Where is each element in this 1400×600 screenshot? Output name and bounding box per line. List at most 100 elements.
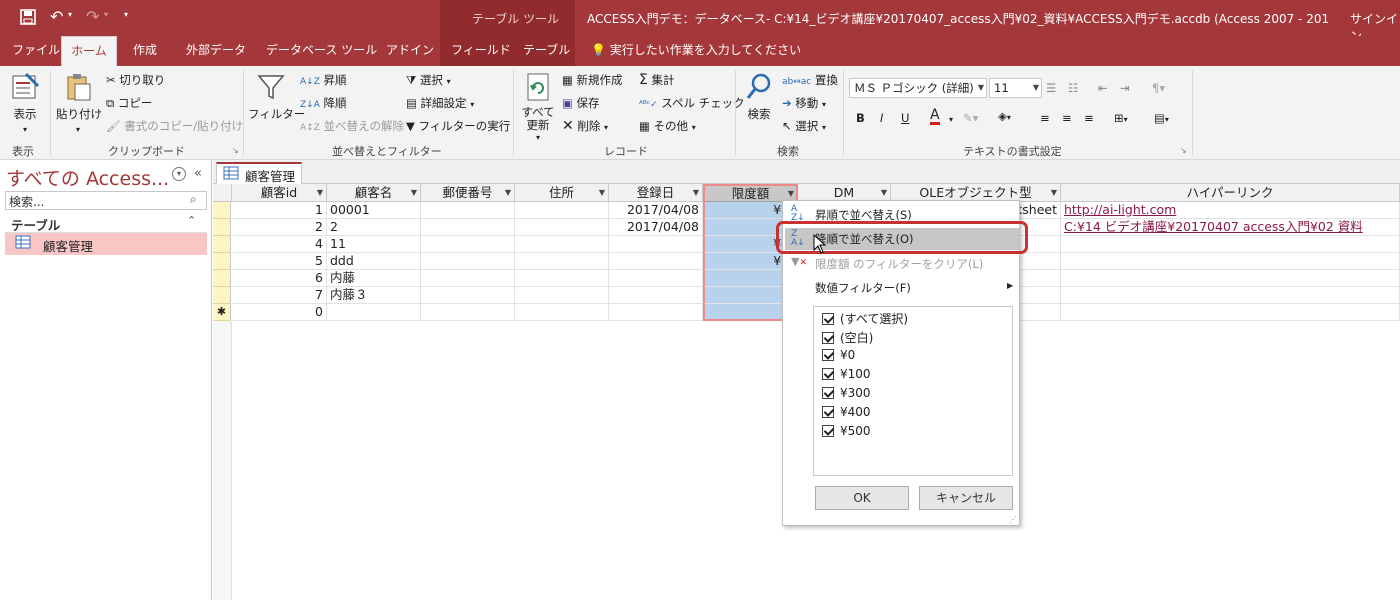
more-button[interactable]: ▦ その他 ▾: [639, 118, 696, 136]
ok-button[interactable]: OK: [815, 486, 909, 510]
cell-postal-code[interactable]: [421, 202, 515, 219]
dialog-launcher-icon[interactable]: ↘: [1180, 146, 1187, 155]
cell-registered-date[interactable]: [609, 287, 703, 304]
select-all-corner[interactable]: [213, 184, 232, 202]
column-header-postal-code[interactable]: 郵便番号 ▼: [421, 184, 515, 202]
record-selector[interactable]: [213, 253, 231, 270]
cell-postal-code[interactable]: [421, 236, 515, 253]
search-icon[interactable]: ⌕: [190, 192, 197, 207]
menu-item-number-filter[interactable]: 数値フィルター(F) ▶: [785, 278, 1019, 298]
checklist-item[interactable]: ¥400: [822, 405, 871, 419]
cell-address[interactable]: [515, 219, 609, 236]
cell-address[interactable]: [515, 287, 609, 304]
chevron-down-icon[interactable]: ▼: [599, 184, 605, 201]
cell-hyperlink[interactable]: [1061, 253, 1400, 270]
checkbox-checked-icon[interactable]: [822, 349, 834, 361]
checklist-item[interactable]: ¥0: [822, 348, 855, 362]
tab-table[interactable]: テーブル: [523, 36, 570, 66]
cell-registered-date[interactable]: [609, 236, 703, 253]
cell-customer-name[interactable]: 11: [327, 236, 421, 253]
align-right-icon[interactable]: ≡: [1084, 110, 1094, 126]
toggle-filter-button[interactable]: ▼ フィルターの実行: [406, 118, 510, 134]
cell-customer-id[interactable]: 1: [232, 202, 327, 219]
tab-home[interactable]: ホーム: [61, 36, 117, 66]
cell-postal-code[interactable]: [421, 219, 515, 236]
sort-ascending-button[interactable]: A↓Z 昇順: [300, 72, 347, 90]
goto-button[interactable]: ➔ 移動 ▾: [782, 95, 826, 113]
chevron-down-icon[interactable]: ▼: [693, 184, 699, 201]
highlight-color-icon[interactable]: ✎▾: [963, 110, 978, 126]
font-color-dropdown-icon[interactable]: ▾: [949, 112, 953, 128]
save-icon[interactable]: [20, 9, 36, 29]
checkbox-checked-icon[interactable]: [822, 425, 834, 437]
advanced-filter-button[interactable]: ▤ 詳細設定 ▾: [406, 95, 474, 113]
save-record-button[interactable]: ▣ 保存: [562, 95, 600, 111]
checklist-item[interactable]: (空白): [822, 329, 873, 346]
record-selector[interactable]: [213, 219, 231, 236]
nav-section-tables[interactable]: テーブル ⌃: [5, 213, 207, 233]
checklist-item[interactable]: (すべて選択): [822, 310, 908, 327]
checkbox-checked-icon[interactable]: [822, 332, 834, 344]
record-selector[interactable]: [213, 270, 231, 287]
resize-grip-icon[interactable]: ⋰: [1009, 515, 1017, 524]
replace-button[interactable]: ab↔ac 置換: [782, 72, 838, 90]
tab-database-tools[interactable]: データベース ツール: [266, 36, 377, 66]
remove-sort-button[interactable]: A↕Z 並べ替えの解除: [300, 118, 404, 136]
increase-indent-icon[interactable]: ⇥: [1120, 80, 1130, 96]
cell-customer-id[interactable]: 7: [232, 287, 327, 304]
cell-registered-date[interactable]: [609, 253, 703, 270]
checklist-item[interactable]: ¥500: [822, 424, 871, 438]
new-record-marker[interactable]: ✱: [213, 304, 231, 321]
font-size-combo[interactable]: 11 ▼: [989, 78, 1042, 98]
cell-customer-id[interactable]: 4: [232, 236, 327, 253]
undo-dropdown-icon[interactable]: ▾: [68, 10, 72, 19]
checklist-item[interactable]: ¥300: [822, 386, 871, 400]
cell-customer-id[interactable]: 0: [232, 304, 327, 321]
cell-hyperlink[interactable]: C:¥14 ビデオ講座¥20170407 access入門¥02 資料: [1061, 219, 1400, 236]
decrease-indent-icon[interactable]: ⇤: [1098, 80, 1108, 96]
document-tab-customer[interactable]: 顧客管理: [216, 162, 302, 184]
align-left-icon[interactable]: ≡: [1040, 110, 1050, 126]
record-selector[interactable]: [213, 236, 231, 253]
chevron-down-icon[interactable]: ▼: [505, 184, 511, 201]
cut-button[interactable]: ✂ 切り取り: [106, 72, 165, 88]
cell-hyperlink[interactable]: [1061, 304, 1400, 321]
checkbox-checked-icon[interactable]: [822, 313, 834, 325]
column-header-address[interactable]: 住所 ▼: [515, 184, 609, 202]
copy-button[interactable]: ⧉ コピー: [106, 95, 152, 111]
cell-customer-name[interactable]: 内藤３: [327, 287, 421, 304]
record-selector[interactable]: [213, 287, 231, 304]
chevron-down-icon[interactable]: ▼: [317, 184, 323, 201]
paste-button[interactable]: 貼り付け ▾: [56, 72, 102, 138]
cell-hyperlink[interactable]: [1061, 287, 1400, 304]
collapse-icon[interactable]: ⌃: [187, 214, 196, 227]
view-button[interactable]: 表示 ▾: [8, 72, 42, 138]
checklist-item[interactable]: ¥100: [822, 367, 871, 381]
font-color-icon[interactable]: A: [930, 108, 940, 125]
record-selector[interactable]: [213, 202, 231, 219]
qat-customize-icon[interactable]: ▾: [124, 10, 128, 19]
filter-button[interactable]: フィルター: [248, 72, 305, 122]
column-header-registered-date[interactable]: 登録日 ▼: [609, 184, 703, 202]
bullets-icon[interactable]: ☰: [1046, 80, 1056, 96]
checkbox-checked-icon[interactable]: [822, 406, 834, 418]
cell-postal-code[interactable]: [421, 253, 515, 270]
cell-hyperlink[interactable]: [1061, 270, 1400, 287]
cell-registered-date[interactable]: [609, 270, 703, 287]
cell-address[interactable]: [515, 236, 609, 253]
cell-customer-id[interactable]: 5: [232, 253, 327, 270]
align-center-icon[interactable]: ≡: [1062, 110, 1072, 126]
chevron-down-icon[interactable]: ▼: [881, 184, 887, 201]
cell-customer-name[interactable]: ddd: [327, 253, 421, 270]
cell-customer-name[interactable]: 2: [327, 219, 421, 236]
nav-title[interactable]: すべての Access...: [6, 164, 169, 191]
column-header-customer-id[interactable]: 顧客id ▼: [232, 184, 327, 202]
alt-row-color-icon[interactable]: ▤▾: [1154, 110, 1169, 128]
cell-postal-code[interactable]: [421, 304, 515, 321]
redo-icon[interactable]: ↷: [86, 7, 99, 26]
tab-file[interactable]: ファイル: [12, 36, 60, 66]
nav-menu-icon[interactable]: ▾: [172, 167, 186, 181]
chevron-down-icon[interactable]: ▼: [978, 79, 984, 97]
column-header-customer-name[interactable]: 顧客名 ▼: [327, 184, 421, 202]
format-painter-button[interactable]: 🖌 書式のコピー/貼り付け: [106, 118, 243, 134]
